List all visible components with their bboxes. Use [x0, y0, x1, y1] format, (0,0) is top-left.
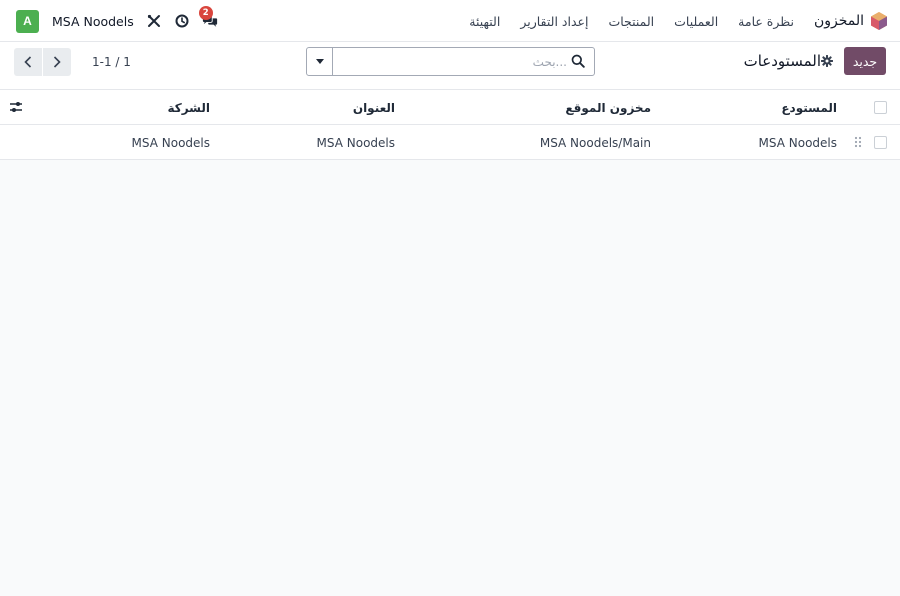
control-panel: جديد المستودعات بحث... 1-1 / 1 — [0, 42, 900, 90]
column-header-address[interactable]: العنوان — [353, 90, 395, 125]
column-header-warehouse[interactable]: المستودع — [781, 90, 837, 125]
page-title: المستودعات — [743, 52, 821, 70]
pager-next[interactable] — [43, 48, 71, 76]
row-checkbox[interactable] — [874, 136, 887, 149]
column-header-location-stock[interactable]: مخزون الموقع — [565, 90, 651, 125]
pager-value[interactable]: 1-1 / 1 — [92, 55, 131, 69]
search-input[interactable]: بحث... — [533, 55, 567, 69]
new-button[interactable]: جديد — [844, 47, 886, 75]
company-switcher[interactable]: MSA Noodels — [52, 14, 134, 29]
systray: A MSA Noodels 2 — [16, 0, 218, 42]
chevron-left-icon — [24, 56, 32, 68]
inventory-app-icon — [871, 12, 887, 30]
gear-icon[interactable] — [821, 55, 833, 67]
menu-overview[interactable]: نظرة عامة — [738, 14, 794, 29]
cell-warehouse: MSA Noodels — [758, 135, 837, 150]
menu-reporting[interactable]: إعداد التقارير — [520, 14, 588, 29]
user-avatar[interactable]: A — [16, 9, 39, 33]
tools-icon[interactable] — [146, 13, 162, 29]
chevron-right-icon — [53, 56, 61, 68]
list-view: المستودع مخزون الموقع العنوان الشركة MSA… — [0, 90, 900, 596]
cell-location-stock: MSA Noodels/Main — [539, 135, 651, 150]
top-navbar: المخزون نظرة عامة العمليات المنتجات إعدا… — [0, 0, 900, 42]
search-bar: بحث... — [306, 47, 595, 76]
cell-address: MSA Noodels — [316, 135, 395, 150]
drag-handle-icon[interactable] — [854, 136, 862, 148]
app-brand[interactable]: المخزون — [806, 0, 888, 42]
optional-columns-icon[interactable] — [9, 101, 23, 113]
search-options-toggle[interactable] — [307, 48, 333, 75]
table-row[interactable]: MSA Noodels MSA Noodels/Main MSA Noodels… — [0, 125, 900, 160]
cell-company: MSA Noodels — [131, 135, 210, 150]
select-all-checkbox[interactable] — [874, 101, 887, 114]
table-header: المستودع مخزون الموقع العنوان الشركة — [0, 90, 900, 125]
chat-badge: 2 — [198, 6, 213, 20]
chat-icon[interactable]: 2 — [198, 6, 218, 29]
column-header-company[interactable]: الشركة — [167, 90, 210, 125]
pager-previous[interactable] — [14, 48, 42, 76]
activity-clock-icon[interactable] — [174, 13, 190, 29]
main-menu: نظرة عامة العمليات المنتجات إعداد التقار… — [449, 0, 794, 42]
pager: 1-1 / 1 — [14, 48, 131, 76]
search-icon[interactable] — [571, 54, 585, 68]
caret-down-icon — [315, 59, 324, 64]
app-name[interactable]: المخزون — [814, 13, 864, 29]
menu-operations[interactable]: العمليات — [674, 14, 718, 29]
menu-configuration[interactable]: التهيئة — [469, 14, 500, 29]
breadcrumb: المستودعات — [744, 47, 839, 75]
menu-products[interactable]: المنتجات — [608, 14, 654, 29]
